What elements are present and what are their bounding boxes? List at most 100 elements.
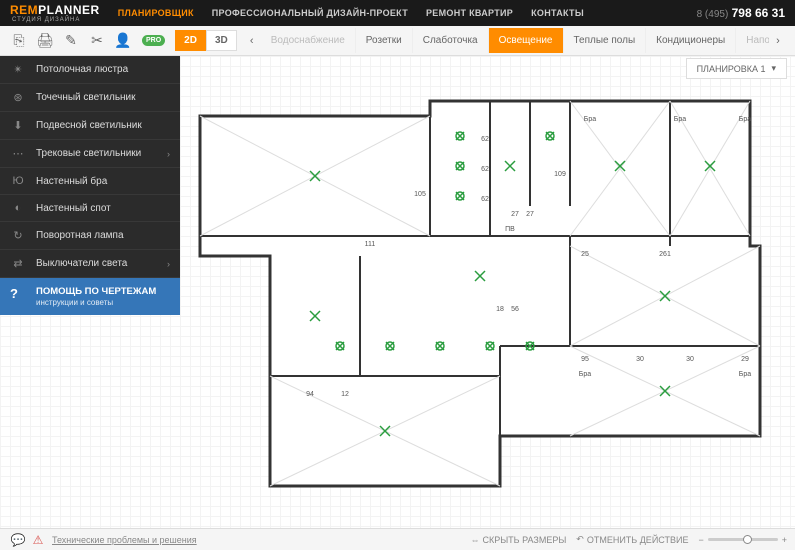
- svg-text:94: 94: [306, 391, 314, 398]
- svg-text:95: 95: [581, 356, 589, 363]
- undo-button[interactable]: ↶ОТМЕНИТЬ ДЕЙСТВИЕ: [576, 534, 688, 545]
- svg-text:27: 27: [526, 211, 534, 218]
- spotlight-icon: ⊛: [10, 91, 26, 104]
- svg-text:29: 29: [741, 356, 749, 363]
- sidebar-item-swivel[interactable]: ↻ Поворотная лампа: [0, 222, 180, 250]
- help-icon: ?: [10, 286, 26, 301]
- tab-ac[interactable]: Кондиционеры: [646, 28, 736, 53]
- svg-text:105: 105: [414, 191, 426, 198]
- sidebar-item-label: Точечный светильник: [36, 92, 136, 103]
- print-icon[interactable]: 🖨: [34, 30, 56, 52]
- tech-issues-link[interactable]: Технические проблемы и решения: [52, 535, 197, 545]
- view-3d-button[interactable]: 3D: [206, 30, 237, 51]
- svg-text:ПВ: ПВ: [505, 226, 515, 233]
- pro-badge[interactable]: PRO: [142, 35, 165, 46]
- tab-sockets[interactable]: Розетки: [356, 28, 413, 53]
- view-toggle: 2D 3D: [175, 30, 237, 51]
- svg-text:30: 30: [686, 356, 694, 363]
- tool-icon-1[interactable]: ⎘: [8, 30, 30, 52]
- svg-text:261: 261: [659, 251, 671, 258]
- view-2d-button[interactable]: 2D: [175, 30, 206, 51]
- tab-floor[interactable]: Напол: [736, 28, 769, 53]
- svg-text:111: 111: [365, 241, 376, 248]
- warning-icon[interactable]: ⚠: [28, 533, 48, 547]
- nav-contacts[interactable]: КОНТАКТЫ: [531, 8, 584, 18]
- tool-icon-4[interactable]: ✂: [86, 30, 108, 52]
- svg-text:109: 109: [554, 171, 566, 178]
- svg-text:18: 18: [496, 306, 504, 313]
- help-title: ПОМОЩЬ ПО ЧЕРТЕЖАМ: [36, 286, 156, 297]
- lighting-sidebar: ✴Потолочная люстра ⊛Точечный светильник …: [0, 56, 180, 315]
- chevron-down-icon: ▾: [771, 63, 776, 74]
- sidebar-item-spotlight[interactable]: ⊛ Точечный светильник: [0, 84, 180, 112]
- sidebar-item-wallspot[interactable]: ◐Настенный спот: [0, 195, 180, 222]
- svg-text:56: 56: [511, 306, 519, 313]
- svg-text:25: 25: [581, 251, 589, 258]
- svg-text:Бра: Бра: [584, 116, 596, 123]
- chat-icon[interactable]: 💬: [8, 533, 28, 547]
- sidebar-item-chandelier[interactable]: ✴ Потолочная люстра: [0, 56, 180, 84]
- main-header: REMPLANNER СТУДИЯ ДИЗАЙНА ПЛАНИРОВЩИК ПР…: [0, 0, 795, 26]
- svg-text:Бра: Бра: [579, 371, 591, 378]
- undo-icon: ↶: [576, 534, 584, 545]
- sidebar-help[interactable]: ? ПОМОЩЬ ПО ЧЕРТЕЖАМ инструкции и советы: [0, 278, 180, 315]
- tab-lighting[interactable]: Освещение: [489, 28, 564, 53]
- tabs-scroll-right[interactable]: ›: [769, 35, 787, 47]
- sidebar-item-pendant[interactable]: ⬇ Подвесной светильник: [0, 112, 180, 140]
- nav-design-project[interactable]: ПРОФЕССИОНАЛЬНЫЙ ДИЗАЙН-ПРОЕКТ: [212, 8, 408, 18]
- chevron-right-icon: ›: [167, 259, 170, 269]
- tab-water[interactable]: Водоснабжение: [261, 28, 356, 53]
- zoom-slider[interactable]: [708, 538, 778, 541]
- svg-text:Бра: Бра: [739, 371, 751, 378]
- sidebar-item-switches[interactable]: ⇄ Выключатели света ›: [0, 250, 180, 278]
- sconce-icon: Ю: [10, 175, 26, 187]
- layout-dropdown-label: ПЛАНИРОВКА 1: [697, 64, 766, 74]
- svg-text:62: 62: [481, 136, 489, 143]
- svg-text:Бра: Бра: [674, 116, 686, 123]
- hide-dimensions-button[interactable]: ⇔СКРЫТЬ РАЗМЕРЫ: [470, 535, 566, 545]
- logo-rem: REM: [10, 3, 38, 17]
- chevron-right-icon: ›: [167, 149, 170, 159]
- svg-text:27: 27: [511, 211, 519, 218]
- nav-planner[interactable]: ПЛАНИРОВЩИК: [118, 8, 194, 18]
- track-icon: ⋯: [10, 147, 26, 160]
- zoom-control: − +: [698, 535, 787, 545]
- layout-dropdown[interactable]: ПЛАНИРОВКА 1 ▾: [686, 58, 787, 79]
- sidebar-item-label: Настенный бра: [36, 176, 107, 187]
- logo[interactable]: REMPLANNER СТУДИЯ ДИЗАЙНА: [10, 3, 100, 23]
- tab-warmfloor[interactable]: Теплые полы: [564, 28, 647, 53]
- sidebar-item-label: Поворотная лампа: [36, 230, 124, 241]
- sidebar-item-label: Подвесной светильник: [36, 120, 142, 131]
- svg-text:62: 62: [481, 196, 489, 203]
- swivel-icon: ↻: [10, 229, 26, 242]
- zoom-thumb[interactable]: [743, 535, 752, 544]
- phone-number[interactable]: 8 (495) 798 66 31: [697, 6, 785, 20]
- svg-text:62: 62: [481, 166, 489, 173]
- sidebar-item-label: Потолочная люстра: [36, 64, 128, 75]
- sidebar-item-label: Трековые светильники: [36, 148, 141, 159]
- svg-text:30: 30: [636, 356, 644, 363]
- nav-renovation[interactable]: РЕМОНТ КВАРТИР: [426, 8, 513, 18]
- zoom-out-button[interactable]: −: [698, 535, 703, 545]
- chandelier-icon: ✴: [10, 63, 26, 76]
- toolbar: ⎘ 🖨 ✎ ✂ 👤 PRO 2D 3D ‹ Водоснабжение Розе…: [0, 26, 795, 56]
- tab-lowcurrent[interactable]: Слаботочка: [413, 28, 489, 53]
- category-tabs: Водоснабжение Розетки Слаботочка Освещен…: [261, 28, 769, 53]
- sidebar-item-label: Выключатели света: [36, 258, 127, 269]
- svg-text:12: 12: [341, 391, 349, 398]
- switch-icon: ⇄: [10, 257, 26, 270]
- sidebar-item-sconce[interactable]: Ю Настенный бра: [0, 168, 180, 195]
- logo-subtitle: СТУДИЯ ДИЗАЙНА: [12, 17, 100, 23]
- zoom-in-button[interactable]: +: [782, 535, 787, 545]
- bottom-bar: 💬 ⚠ Технические проблемы и решения ⇔СКРЫ…: [0, 528, 795, 550]
- pendant-icon: ⬇: [10, 119, 26, 132]
- sidebar-item-track[interactable]: ⋯ Трековые светильники ›: [0, 140, 180, 168]
- help-subtitle: инструкции и советы: [36, 298, 156, 307]
- dimensions-icon: ⇔: [470, 535, 479, 545]
- tool-icon-3[interactable]: ✎: [60, 30, 82, 52]
- tabs-scroll-left[interactable]: ‹: [243, 35, 261, 47]
- logo-planner: PLANNER: [38, 3, 100, 17]
- floorplan[interactable]: 126 235 76 105 62 62 62 27 27 109 111 25…: [190, 96, 770, 516]
- tool-icon-5[interactable]: 👤: [112, 30, 134, 52]
- sidebar-item-label: Настенный спот: [36, 203, 111, 214]
